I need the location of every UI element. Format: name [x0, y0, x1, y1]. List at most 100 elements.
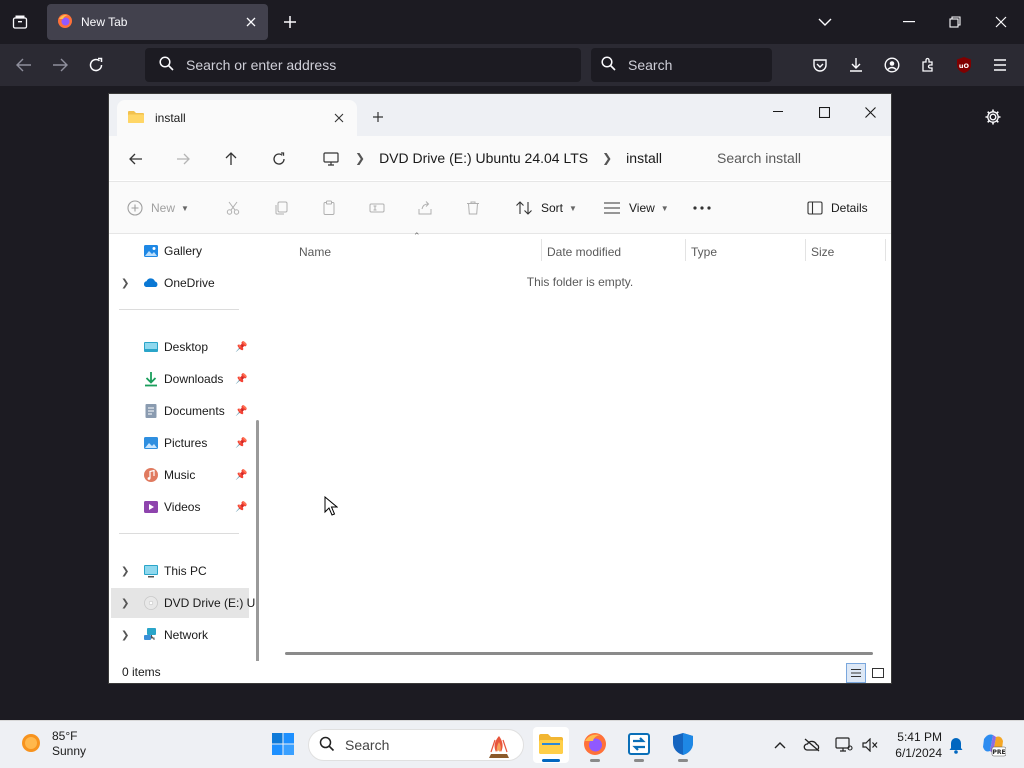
menu-icon[interactable]	[988, 54, 1012, 76]
start-button[interactable]	[265, 727, 301, 763]
column-header-name[interactable]: Name	[299, 239, 331, 265]
chevron-right-icon[interactable]: ❯	[121, 566, 129, 577]
explorer-search-input[interactable]: Search install	[705, 142, 891, 174]
cut-button[interactable]	[225, 196, 241, 220]
breadcrumb-install[interactable]: install	[626, 150, 662, 166]
sidebar-item-documents[interactable]: Documents 📌	[111, 396, 249, 426]
paste-button[interactable]	[321, 196, 337, 220]
sidebar-divider	[119, 533, 239, 534]
chevron-right-icon[interactable]: ❯	[121, 598, 129, 609]
sidebar-item-desktop[interactable]: Desktop 📌	[111, 332, 249, 362]
file-list: ⌃ Name Date modified Type Size This fold…	[265, 231, 891, 661]
url-bar[interactable]: Search or enter address	[145, 48, 581, 82]
restore-icon[interactable]	[944, 12, 966, 32]
delete-button[interactable]	[465, 196, 481, 220]
browser-search-bar[interactable]: Search	[591, 48, 772, 82]
minimize-icon[interactable]	[755, 98, 801, 126]
sort-button[interactable]: Sort ▼	[515, 196, 577, 220]
share-button[interactable]	[417, 196, 433, 220]
tab-overview-icon[interactable]	[8, 10, 32, 34]
weather-widget[interactable]: 85°F Sunny	[20, 729, 86, 759]
sidebar-item-network[interactable]: ❯ Network	[111, 620, 249, 650]
maximize-icon[interactable]	[801, 98, 847, 126]
reload-icon[interactable]	[84, 54, 108, 76]
horizontal-scrollbar[interactable]	[285, 652, 873, 655]
taskbar-remote-app[interactable]	[621, 727, 657, 763]
onedrive-offline-icon[interactable]	[802, 735, 822, 755]
monitor-icon[interactable]	[834, 735, 854, 755]
close-icon[interactable]	[242, 13, 260, 31]
column-separator[interactable]	[885, 239, 886, 261]
clock[interactable]: 5:41 PM 6/1/2024	[884, 729, 942, 761]
taskbar-search[interactable]: Search	[308, 729, 524, 761]
back-icon[interactable]	[12, 54, 36, 76]
copy-button[interactable]	[273, 196, 289, 220]
sidebar-item-gallery[interactable]: Gallery	[111, 236, 249, 266]
notification-bell-icon[interactable]	[946, 735, 966, 755]
forward-icon[interactable]	[172, 148, 194, 170]
sidebar-item-label: Gallery	[164, 244, 203, 258]
taskbar-file-explorer[interactable]	[533, 727, 569, 763]
sort-ascending-icon: ⌃	[413, 231, 421, 241]
details-pane-icon	[807, 201, 823, 215]
column-header-type[interactable]: Type	[691, 239, 717, 265]
column-separator[interactable]	[685, 239, 686, 261]
taskbar-firefox[interactable]	[577, 727, 613, 763]
chevron-right-icon[interactable]: ❯	[121, 278, 129, 289]
chevron-down-icon: ▼	[660, 203, 669, 213]
downloads-icon[interactable]	[844, 54, 868, 76]
account-icon[interactable]	[880, 54, 904, 76]
column-separator[interactable]	[805, 239, 806, 261]
sidebar-item-videos[interactable]: Videos 📌	[111, 492, 249, 522]
taskbar-windows-security[interactable]	[665, 727, 701, 763]
sidebar-item-onedrive[interactable]: ❯ OneDrive	[111, 268, 249, 298]
close-icon[interactable]	[331, 110, 347, 126]
up-icon[interactable]	[220, 148, 242, 170]
remote-desktop-icon	[627, 732, 651, 759]
clock-date: 6/1/2024	[895, 746, 942, 760]
trash-icon	[467, 201, 479, 215]
gear-icon[interactable]	[981, 105, 1005, 129]
ublock-origin-icon[interactable]: uO	[952, 54, 976, 76]
minimize-icon[interactable]	[898, 12, 920, 32]
sidebar-item-music[interactable]: Music 📌	[111, 460, 249, 490]
volume-muted-icon[interactable]	[860, 735, 880, 755]
sidebar-item-pictures[interactable]: Pictures 📌	[111, 428, 249, 458]
close-window-icon[interactable]	[990, 12, 1012, 32]
refresh-icon[interactable]	[268, 148, 290, 170]
sidebar-scrollbar[interactable]	[256, 420, 259, 661]
new-button[interactable]: New ▼	[127, 196, 189, 220]
chevron-right-icon[interactable]: ❯	[121, 630, 129, 641]
extensions-icon[interactable]	[916, 54, 940, 76]
view-button[interactable]: View ▼	[603, 196, 669, 220]
new-tab-icon[interactable]	[369, 108, 387, 126]
view-label: View	[629, 201, 655, 215]
details-view-icon[interactable]	[846, 663, 866, 683]
chevron-up-icon[interactable]	[770, 735, 790, 755]
new-tab-icon[interactable]	[280, 12, 300, 32]
sidebar-item-downloads[interactable]: Downloads 📌	[111, 364, 249, 394]
pocket-icon[interactable]	[808, 54, 832, 76]
breadcrumb-drive[interactable]: DVD Drive (E:) Ubuntu 24.04 LTS	[379, 150, 588, 166]
large-icons-view-icon[interactable]	[868, 663, 888, 683]
sidebar-item-dvd-drive[interactable]: ❯ DVD Drive (E:) U	[111, 588, 255, 618]
column-header-date-modified[interactable]: Date modified	[547, 239, 621, 265]
back-icon[interactable]	[125, 148, 147, 170]
rename-button[interactable]	[369, 196, 385, 220]
list-all-tabs-icon[interactable]	[814, 12, 836, 32]
browser-tab[interactable]: New Tab	[47, 4, 268, 40]
sidebar-item-this-pc[interactable]: ❯ This PC	[111, 556, 249, 586]
pin-icon: 📌	[235, 437, 248, 449]
column-header-size[interactable]: Size	[811, 239, 834, 265]
computer-icon	[143, 563, 159, 579]
browser-search-placeholder: Search	[628, 57, 673, 73]
copilot-icon[interactable]: PRE	[980, 731, 1006, 757]
forward-icon[interactable]	[48, 54, 72, 76]
column-separator[interactable]	[541, 239, 542, 261]
explorer-tab[interactable]: install	[117, 100, 357, 136]
details-button[interactable]: Details	[807, 196, 868, 220]
videos-icon	[143, 499, 159, 515]
close-window-icon[interactable]	[847, 98, 893, 126]
see-more-button[interactable]	[693, 196, 711, 220]
taskbar-search-label: Search	[345, 737, 390, 753]
